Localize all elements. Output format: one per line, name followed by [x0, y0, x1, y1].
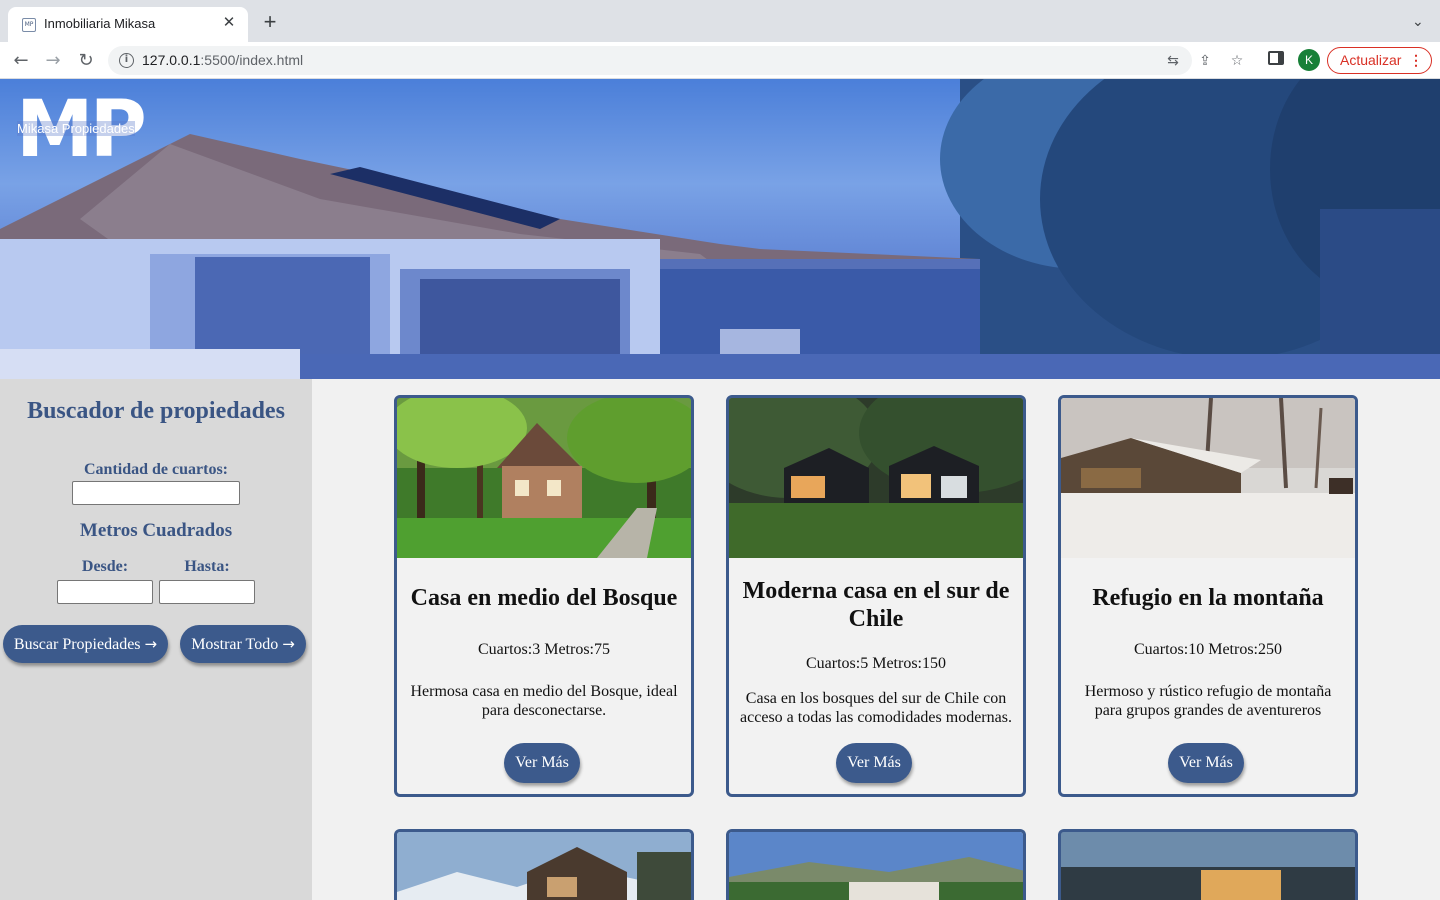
translate-icon[interactable]: ⇆ — [1163, 51, 1183, 71]
share-icon[interactable]: ⇪ — [1195, 51, 1215, 71]
area-title: Metros Cuadrados — [79, 520, 233, 541]
side-panel-icon[interactable] — [1268, 51, 1284, 65]
property-description: Hermoso y rústico refugio de montaña par… — [1084, 683, 1332, 719]
area-from-input[interactable] — [57, 580, 153, 604]
rooms-label: Cantidad de cuartos: — [83, 461, 228, 478]
reload-icon[interactable]: ↻ — [74, 49, 98, 73]
address-bar[interactable]: i 127.0.0.1:5500/index.html ⇆ ⇪ ☆ — [108, 46, 1243, 75]
profile-avatar[interactable]: K — [1298, 49, 1320, 71]
url-text[interactable]: 127.0.0.1:5500/index.html — [142, 52, 303, 68]
brand-logo[interactable]: MP Mikasa Propiedades — [16, 91, 156, 169]
property-image — [729, 398, 1023, 558]
property-image — [1061, 832, 1355, 900]
show-all-label: Mostrar Todo — [191, 636, 279, 653]
tab-search-chevron-icon[interactable]: ⌄ — [1412, 14, 1426, 28]
property-meta: Cuartos:3 Metros:75 — [478, 641, 610, 658]
tab-title: Inmobiliaria Mikasa — [44, 16, 156, 31]
close-tab-icon[interactable]: ✕ — [220, 14, 238, 32]
property-image — [397, 832, 691, 900]
property-meta: Cuartos:5 Metros:150 — [806, 655, 946, 672]
area-to-input[interactable] — [159, 580, 255, 604]
hero-house-image — [0, 79, 1440, 379]
property-card — [726, 829, 1026, 900]
property-image — [397, 398, 691, 558]
rooms-input[interactable] — [72, 481, 240, 505]
back-arrow-icon[interactable]: ← — [9, 49, 33, 73]
browser-tab[interactable]: MP Inmobiliaria Mikasa ✕ — [8, 7, 248, 42]
property-title: Refugio en la montaña — [1092, 585, 1324, 611]
search-properties-button[interactable]: Buscar Propiedades → — [3, 625, 168, 663]
favicon-icon: MP — [22, 18, 36, 32]
ver-mas-button[interactable]: Ver Más — [1168, 743, 1244, 783]
property-card — [394, 829, 694, 900]
update-button[interactable]: Actualizar ⋮ — [1327, 47, 1432, 74]
property-description: Hermosa casa en medio del Bosque, ideal … — [410, 683, 678, 719]
logo-text: Mikasa Propiedades — [17, 121, 135, 136]
property-card: Moderna casa en el sur de Chile Cuartos:… — [726, 395, 1026, 797]
property-card: Casa en medio del Bosque Cuartos:3 Metro… — [394, 395, 694, 797]
property-description: Casa en los bosques del sur de Chile con… — [740, 690, 1012, 726]
property-title: Moderna casa en el sur de Chile — [742, 578, 1010, 632]
hero-banner: MP Mikasa Propiedades — [0, 79, 1440, 379]
from-label: Desde: — [81, 558, 129, 575]
property-meta: Cuartos:10 Metros:250 — [1134, 641, 1282, 658]
ver-mas-button[interactable]: Ver Más — [504, 743, 580, 783]
property-card — [1058, 829, 1358, 900]
new-tab-button[interactable]: + — [260, 11, 280, 33]
property-card: Refugio en la montaña Cuartos:10 Metros:… — [1058, 395, 1358, 797]
ver-mas-button[interactable]: Ver Más — [836, 743, 912, 783]
property-title: Casa en medio del Bosque — [410, 585, 678, 611]
bookmark-star-icon[interactable]: ☆ — [1227, 51, 1247, 71]
update-label: Actualizar — [1340, 52, 1402, 68]
forward-arrow-icon[interactable]: → — [41, 49, 65, 73]
property-image — [1061, 398, 1355, 558]
search-button-label: Buscar Propiedades — [13, 636, 141, 653]
browser-tab-strip: MP Inmobiliaria Mikasa ✕ + ⌄ — [0, 0, 1440, 42]
browser-toolbar: ← → ↻ i 127.0.0.1:5500/index.html ⇆ ⇪ ☆ … — [0, 42, 1440, 79]
arrow-right-icon: → — [144, 635, 158, 653]
show-all-button[interactable]: Mostrar Todo → — [180, 625, 306, 663]
search-title: Buscador de propiedades — [27, 398, 285, 424]
property-image — [729, 832, 1023, 900]
more-menu-icon[interactable]: ⋮ — [1409, 48, 1423, 73]
search-sidebar: Buscador de propiedades Cantidad de cuar… — [0, 379, 312, 900]
site-info-icon[interactable]: i — [119, 53, 134, 68]
arrow-right-icon: → — [282, 635, 295, 653]
to-label: Hasta: — [184, 558, 230, 575]
